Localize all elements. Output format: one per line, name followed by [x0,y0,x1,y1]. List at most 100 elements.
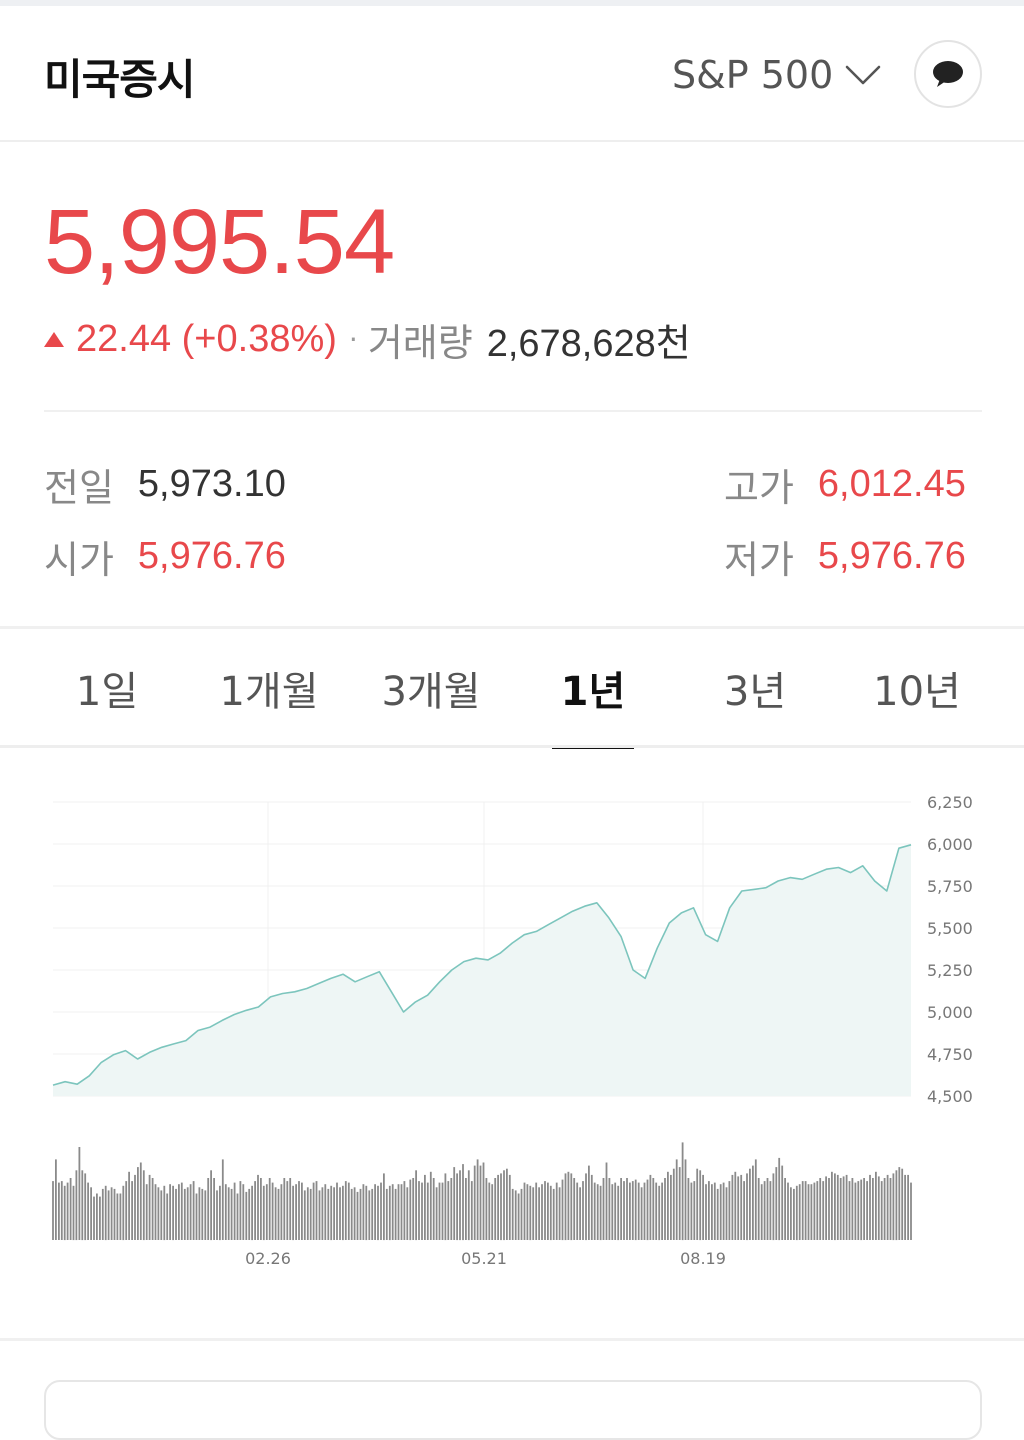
volume-bar [113,1188,116,1240]
volume-bar [488,1182,491,1240]
stat-high: 고가 6,012.45 [724,459,966,510]
volume-bar [424,1174,426,1240]
volume-bar [216,1190,218,1240]
volume-bar [353,1187,356,1240]
stat-label: 저가 [724,537,794,582]
volume-bar [374,1184,376,1240]
volume-bar [198,1187,201,1240]
volume-bar [394,1188,397,1240]
volume-bar [221,1159,224,1240]
stat-label: 시가 [44,537,114,582]
volume-bar [658,1185,661,1241]
stat-value: 6,012.45 [817,462,966,505]
volume-bar [640,1187,643,1240]
volume-bar [784,1178,786,1240]
volume-bar [55,1159,57,1240]
volume-bar [473,1165,476,1240]
volume-bar [303,1190,306,1240]
volume-bar [142,1170,145,1241]
volume-bar [608,1178,611,1240]
stat-low: 저가 5,976.76 [724,531,966,582]
volume-bar [453,1167,456,1240]
volume-bar [388,1185,391,1241]
volume-bar [746,1173,748,1241]
volume-bar [385,1188,388,1240]
volume-bar [848,1181,851,1240]
volume-bar [506,1168,508,1240]
volume-bar [752,1165,754,1240]
volume-bar [426,1182,429,1240]
volume-bar [180,1182,183,1240]
volume-bar [558,1187,561,1240]
tab-1day[interactable]: 1일 [26,629,188,747]
app-header: 미국증시 S&P 500 [0,6,1024,142]
volume-bar [131,1181,133,1240]
volume-bar [831,1171,833,1240]
volume-bar [681,1142,684,1241]
volume-bar [866,1181,868,1240]
volume-bar [570,1173,573,1241]
volume-bar [517,1193,520,1240]
volume-bar [772,1173,775,1241]
volume-bar [678,1167,681,1240]
x-tick-label: 05.21 [461,1249,507,1268]
volume-bar [482,1162,485,1240]
volume-bar [886,1174,889,1240]
volume-bar [670,1174,672,1240]
volume-bar [227,1187,230,1240]
volume-bar [286,1181,289,1240]
volume-bar [877,1176,880,1240]
volume-bar [626,1178,628,1240]
volume-bar [667,1171,669,1240]
volume-bar [716,1188,719,1240]
volume-bar [804,1181,807,1240]
volume-bar [377,1185,379,1241]
volume-bar [178,1184,180,1240]
index-selector[interactable]: S&P 500 [672,50,881,100]
tab-3month[interactable]: 3개월 [350,629,512,747]
tab-3year[interactable]: 3년 [674,629,836,747]
y-tick-label: 5,500 [927,919,973,938]
y-tick-label: 6,250 [927,793,973,812]
volume-bar [383,1173,385,1241]
volume-bar [564,1173,567,1241]
tab-1year[interactable]: 1년 [512,629,674,747]
volume-bar [623,1181,625,1240]
y-tick-label: 5,250 [927,961,973,980]
volume-bar [409,1179,412,1241]
volume-bar [289,1178,292,1240]
volume-bar [63,1185,66,1241]
volume-bar [602,1178,605,1240]
volume-bar [737,1176,740,1240]
tab-10year[interactable]: 10년 [836,629,998,747]
volume-bar [438,1182,441,1240]
volume-bar [224,1184,227,1240]
chat-button[interactable] [914,40,982,108]
volume-bar [851,1178,854,1240]
volume-bar [166,1193,169,1240]
volume-bar [107,1190,110,1240]
volume-bar [450,1178,453,1240]
volume-bar [462,1164,464,1241]
tab-1month[interactable]: 1개월 [188,629,350,747]
volume-bar [892,1173,895,1241]
volume-bar [497,1174,499,1240]
volume-bar [836,1174,839,1240]
volume-bar [634,1179,637,1241]
next-card[interactable] [44,1380,982,1440]
y-tick-label: 5,000 [927,1003,973,1022]
volume-bar [309,1188,312,1240]
volume-bar [675,1159,678,1240]
volume-bar [854,1182,857,1240]
volume-bar [342,1185,344,1241]
volume-bar [863,1178,865,1240]
volume-bar [186,1187,189,1240]
volume-bar [567,1171,570,1240]
volume-bar [719,1184,722,1240]
volume-bar [573,1178,576,1240]
volume-bar [611,1184,614,1240]
price-chart[interactable]: 6,250 6,000 5,750 5,500 5,250 5,000 4,750 4,500… [0,748,1024,1338]
volume-bar [535,1182,538,1240]
volume-bar [860,1179,863,1241]
volume-bar [544,1181,546,1240]
